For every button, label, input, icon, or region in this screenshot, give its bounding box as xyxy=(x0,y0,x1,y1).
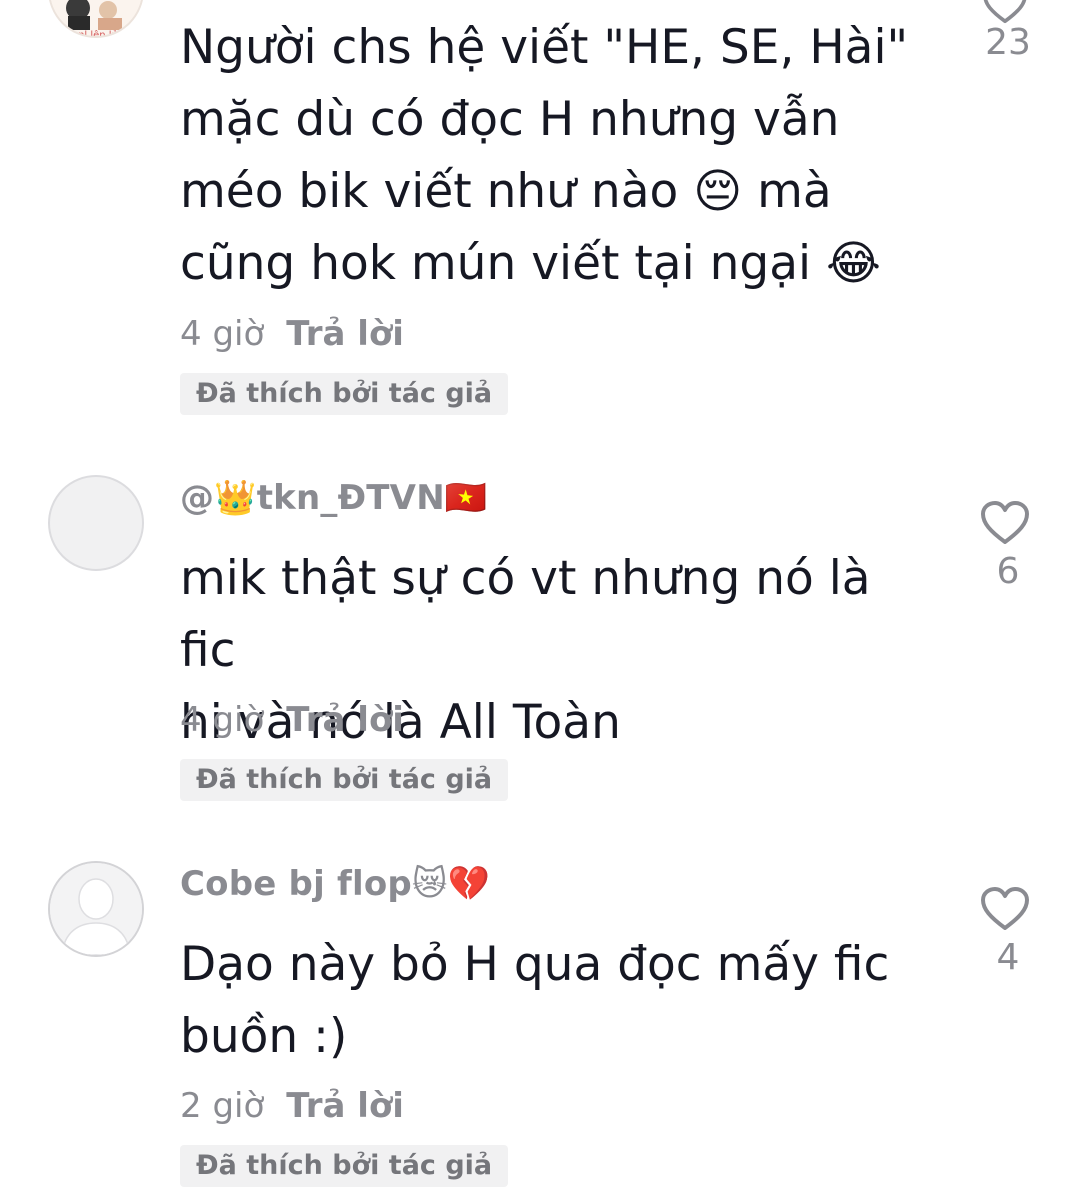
like-count: 23 xyxy=(985,22,1031,63)
commenter-avatar[interactable] xyxy=(48,475,144,571)
comment-text: Dạo này bỏ H qua đọc mấy fic buồn :) xyxy=(180,937,890,1064)
comment-time: 2 giờ xyxy=(180,1086,265,1126)
commenter-username[interactable]: @👑tkn_ĐTVN🇻🇳 xyxy=(180,478,487,518)
like-button[interactable] xyxy=(980,0,1036,24)
avatar-photo-image: nl lên lử xyxy=(50,0,142,38)
reply-button[interactable]: Trả lời xyxy=(286,314,404,354)
commenter-avatar[interactable] xyxy=(48,861,144,957)
person-silhouette-icon xyxy=(50,863,142,955)
like-button[interactable] xyxy=(980,501,1036,545)
comment-meta: 2 giờ Trả lời xyxy=(180,1086,404,1126)
comment-text: Người chs hệ viết "HE, SE, Hài" mặc dù c… xyxy=(180,20,909,291)
comment-meta: 4 giờ Trả lời xyxy=(180,700,404,740)
heart-outline-icon xyxy=(981,501,1029,544)
comment-time: 4 giờ xyxy=(180,314,265,354)
heart-outline-icon xyxy=(983,0,1027,24)
liked-by-author-badge: Đã thích bởi tác giả xyxy=(180,759,509,801)
reply-button[interactable]: Trả lời xyxy=(286,1086,404,1126)
commenter-username[interactable]: Cobe bj flop😿💔 xyxy=(180,864,490,904)
like-count: 6 xyxy=(996,551,1020,592)
like-count: 4 xyxy=(996,937,1020,978)
avatar-photo-caption: nl lên lử xyxy=(78,29,119,38)
reply-button[interactable]: Trả lời xyxy=(286,700,404,740)
liked-by-author-badge: Đã thích bởi tác giả xyxy=(180,373,509,415)
commenter-avatar[interactable]: nl lên lử xyxy=(48,0,144,38)
like-button[interactable] xyxy=(980,887,1036,931)
liked-by-author-badge: Đã thích bởi tác giả xyxy=(180,1145,509,1187)
heart-outline-icon xyxy=(981,887,1029,930)
comment-time: 4 giờ xyxy=(180,700,265,740)
comment-meta: 4 giờ Trả lời xyxy=(180,314,404,354)
